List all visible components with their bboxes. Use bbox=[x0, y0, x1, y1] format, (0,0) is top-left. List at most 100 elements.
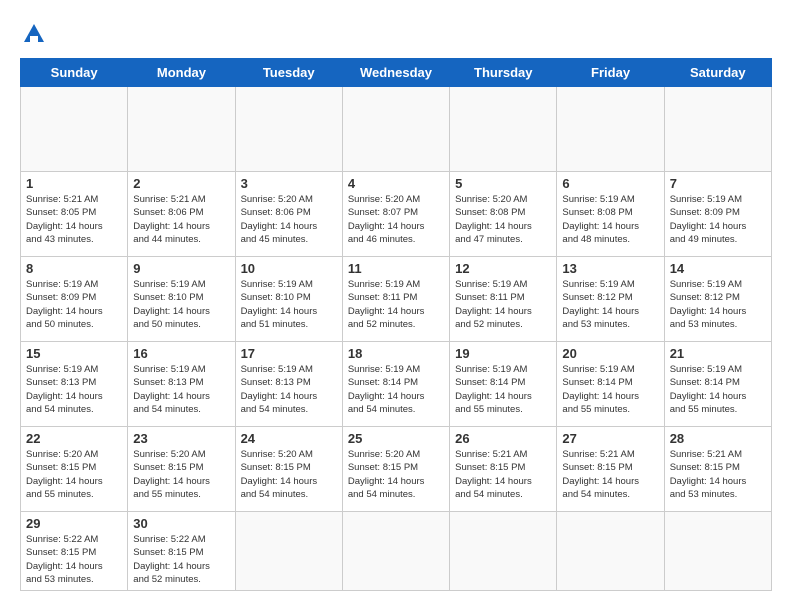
day-cell-26: 26Sunrise: 5:21 AM Sunset: 8:15 PM Dayli… bbox=[450, 427, 557, 512]
day-info: Sunrise: 5:19 AM Sunset: 8:14 PM Dayligh… bbox=[348, 363, 444, 416]
day-info: Sunrise: 5:21 AM Sunset: 8:15 PM Dayligh… bbox=[670, 448, 766, 501]
day-cell-empty bbox=[664, 87, 771, 172]
day-info: Sunrise: 5:19 AM Sunset: 8:13 PM Dayligh… bbox=[133, 363, 229, 416]
day-cell-21: 21 Sunrise: 5:19 AM Sunset: 8:14 PM Dayli… bbox=[664, 342, 771, 427]
day-cell-empty bbox=[235, 512, 342, 591]
day-number: 4 bbox=[348, 176, 444, 191]
day-number: 3 bbox=[241, 176, 337, 191]
day-cell-24: 24 Sunrise: 5:20 AM Sunset: 8:15 PM Dayli… bbox=[235, 427, 342, 512]
day-cell-15: 15Sunrise: 5:19 AM Sunset: 8:13 PM Dayli… bbox=[21, 342, 128, 427]
day-cell-11: 11 Sunrise: 5:19 AM Sunset: 8:11 PM Dayli… bbox=[342, 257, 449, 342]
week-row-2: 8 Sunrise: 5:19 AM Sunset: 8:09 PM Daylig… bbox=[21, 257, 772, 342]
col-header-saturday: Saturday bbox=[664, 59, 771, 87]
column-header-row: SundayMondayTuesdayWednesdayThursdayFrid… bbox=[21, 59, 772, 87]
week-row-4: 22Sunrise: 5:20 AM Sunset: 8:15 PM Dayli… bbox=[21, 427, 772, 512]
day-number: 5 bbox=[455, 176, 551, 191]
day-number: 8 bbox=[26, 261, 122, 276]
day-info: Sunrise: 5:20 AM Sunset: 8:06 PM Dayligh… bbox=[241, 193, 337, 246]
day-number: 21 bbox=[670, 346, 766, 361]
day-cell-5: 5 Sunrise: 5:20 AM Sunset: 8:08 PM Daylig… bbox=[450, 172, 557, 257]
day-cell-empty bbox=[557, 512, 664, 591]
day-cell-empty bbox=[342, 87, 449, 172]
day-info: Sunrise: 5:21 AM Sunset: 8:05 PM Dayligh… bbox=[26, 193, 122, 246]
day-info: Sunrise: 5:21 AM Sunset: 8:06 PM Dayligh… bbox=[133, 193, 229, 246]
week-row-0 bbox=[21, 87, 772, 172]
day-cell-25: 25 Sunrise: 5:20 AM Sunset: 8:15 PM Dayli… bbox=[342, 427, 449, 512]
day-number: 6 bbox=[562, 176, 658, 191]
day-info: Sunrise: 5:20 AM Sunset: 8:08 PM Dayligh… bbox=[455, 193, 551, 246]
day-info: Sunrise: 5:19 AM Sunset: 8:13 PM Dayligh… bbox=[26, 363, 122, 416]
day-cell-13: 13 Sunrise: 5:19 AM Sunset: 8:12 PM Dayli… bbox=[557, 257, 664, 342]
day-info: Sunrise: 5:19 AM Sunset: 8:12 PM Dayligh… bbox=[562, 278, 658, 331]
day-info: Sunrise: 5:19 AM Sunset: 8:14 PM Dayligh… bbox=[455, 363, 551, 416]
day-cell-empty bbox=[450, 512, 557, 591]
week-row-5: 29 Sunrise: 5:22 AM Sunset: 8:15 PM Dayli… bbox=[21, 512, 772, 591]
day-number: 1 bbox=[26, 176, 122, 191]
day-number: 30 bbox=[133, 516, 229, 531]
day-cell-29: 29Sunrise: 5:22 AM Sunset: 8:15 PM Dayli… bbox=[21, 512, 128, 591]
day-info: Sunrise: 5:20 AM Sunset: 8:15 PM Dayligh… bbox=[348, 448, 444, 501]
day-cell-23: 23Sunrise: 5:20 AM Sunset: 8:15 PM Dayli… bbox=[128, 427, 235, 512]
header bbox=[20, 20, 772, 48]
day-cell-9: 9Sunrise: 5:19 AM Sunset: 8:10 PM Daylig… bbox=[128, 257, 235, 342]
day-number: 27 bbox=[562, 431, 658, 446]
day-cell-empty bbox=[21, 87, 128, 172]
day-info: Sunrise: 5:22 AM Sunset: 8:15 PM Dayligh… bbox=[133, 533, 229, 586]
day-info: Sunrise: 5:19 AM Sunset: 8:09 PM Dayligh… bbox=[670, 193, 766, 246]
day-info: Sunrise: 5:19 AM Sunset: 8:12 PM Dayligh… bbox=[670, 278, 766, 331]
day-cell-6: 6 Sunrise: 5:19 AM Sunset: 8:08 PM Daylig… bbox=[557, 172, 664, 257]
day-cell-27: 27Sunrise: 5:21 AM Sunset: 8:15 PM Dayli… bbox=[557, 427, 664, 512]
day-info: Sunrise: 5:20 AM Sunset: 8:15 PM Dayligh… bbox=[133, 448, 229, 501]
day-cell-30: 30 Sunrise: 5:22 AM Sunset: 8:15 PM Dayli… bbox=[128, 512, 235, 591]
day-info: Sunrise: 5:19 AM Sunset: 8:10 PM Dayligh… bbox=[241, 278, 337, 331]
day-info: Sunrise: 5:19 AM Sunset: 8:08 PM Dayligh… bbox=[562, 193, 658, 246]
day-cell-16: 16Sunrise: 5:19 AM Sunset: 8:13 PM Dayli… bbox=[128, 342, 235, 427]
day-number: 11 bbox=[348, 261, 444, 276]
day-info: Sunrise: 5:19 AM Sunset: 8:09 PM Dayligh… bbox=[26, 278, 122, 331]
day-cell-empty bbox=[664, 512, 771, 591]
day-info: Sunrise: 5:19 AM Sunset: 8:14 PM Dayligh… bbox=[670, 363, 766, 416]
day-cell-empty bbox=[128, 87, 235, 172]
day-info: Sunrise: 5:19 AM Sunset: 8:11 PM Dayligh… bbox=[348, 278, 444, 331]
day-cell-4: 4 Sunrise: 5:20 AM Sunset: 8:07 PM Daylig… bbox=[342, 172, 449, 257]
col-header-wednesday: Wednesday bbox=[342, 59, 449, 87]
day-info: Sunrise: 5:19 AM Sunset: 8:11 PM Dayligh… bbox=[455, 278, 551, 331]
col-header-tuesday: Tuesday bbox=[235, 59, 342, 87]
day-number: 25 bbox=[348, 431, 444, 446]
week-row-1: 1 Sunrise: 5:21 AM Sunset: 8:05 PM Daylig… bbox=[21, 172, 772, 257]
day-number: 24 bbox=[241, 431, 337, 446]
day-number: 10 bbox=[241, 261, 337, 276]
day-cell-3: 3 Sunrise: 5:20 AM Sunset: 8:06 PM Daylig… bbox=[235, 172, 342, 257]
calendar-table: SundayMondayTuesdayWednesdayThursdayFrid… bbox=[20, 58, 772, 591]
day-number: 20 bbox=[562, 346, 658, 361]
day-info: Sunrise: 5:19 AM Sunset: 8:14 PM Dayligh… bbox=[562, 363, 658, 416]
day-cell-12: 12Sunrise: 5:19 AM Sunset: 8:11 PM Dayli… bbox=[450, 257, 557, 342]
day-cell-17: 17Sunrise: 5:19 AM Sunset: 8:13 PM Dayli… bbox=[235, 342, 342, 427]
day-cell-10: 10 Sunrise: 5:19 AM Sunset: 8:10 PM Dayli… bbox=[235, 257, 342, 342]
day-info: Sunrise: 5:20 AM Sunset: 8:07 PM Dayligh… bbox=[348, 193, 444, 246]
day-cell-28: 28Sunrise: 5:21 AM Sunset: 8:15 PM Dayli… bbox=[664, 427, 771, 512]
day-cell-empty bbox=[557, 87, 664, 172]
day-cell-empty bbox=[450, 87, 557, 172]
day-number: 29 bbox=[26, 516, 122, 531]
day-number: 14 bbox=[670, 261, 766, 276]
col-header-thursday: Thursday bbox=[450, 59, 557, 87]
logo bbox=[20, 20, 52, 48]
col-header-sunday: Sunday bbox=[21, 59, 128, 87]
day-number: 19 bbox=[455, 346, 551, 361]
day-number: 18 bbox=[348, 346, 444, 361]
day-info: Sunrise: 5:20 AM Sunset: 8:15 PM Dayligh… bbox=[241, 448, 337, 501]
day-cell-20: 20 Sunrise: 5:19 AM Sunset: 8:14 PM Dayli… bbox=[557, 342, 664, 427]
day-cell-19: 19 Sunrise: 5:19 AM Sunset: 8:14 PM Dayli… bbox=[450, 342, 557, 427]
day-info: Sunrise: 5:19 AM Sunset: 8:13 PM Dayligh… bbox=[241, 363, 337, 416]
logo-icon bbox=[20, 20, 48, 48]
day-cell-14: 14 Sunrise: 5:19 AM Sunset: 8:12 PM Dayli… bbox=[664, 257, 771, 342]
day-cell-empty bbox=[342, 512, 449, 591]
day-info: Sunrise: 5:20 AM Sunset: 8:15 PM Dayligh… bbox=[26, 448, 122, 501]
day-cell-2: 2Sunrise: 5:21 AM Sunset: 8:06 PM Daylig… bbox=[128, 172, 235, 257]
day-number: 9 bbox=[133, 261, 229, 276]
day-number: 13 bbox=[562, 261, 658, 276]
week-row-3: 15Sunrise: 5:19 AM Sunset: 8:13 PM Dayli… bbox=[21, 342, 772, 427]
day-cell-18: 18 Sunrise: 5:19 AM Sunset: 8:14 PM Dayli… bbox=[342, 342, 449, 427]
day-cell-1: 1 Sunrise: 5:21 AM Sunset: 8:05 PM Daylig… bbox=[21, 172, 128, 257]
